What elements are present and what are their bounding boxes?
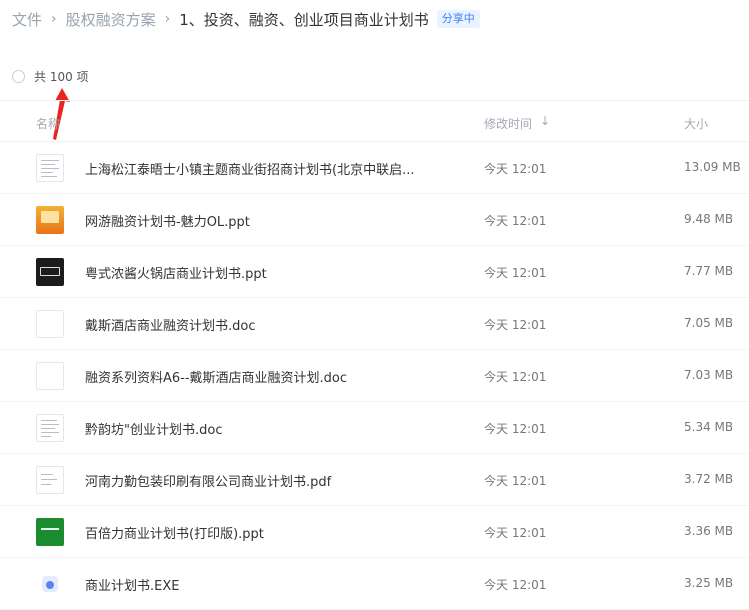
file-row[interactable]: 上海松江泰晤士小镇主题商业街招商计划书(北京中联启... 今天 12:01 13… [0, 142, 749, 194]
file-size: 9.48 MB [684, 212, 734, 226]
breadcrumb-separator-icon: › [51, 11, 57, 27]
sort-arrow-down-icon[interactable]: ↓ [540, 114, 550, 128]
file-row[interactable]: 网游融资计划书-魅力OL.ppt 今天 12:01 9.48 MB [0, 194, 749, 246]
file-modified-time: 今天 12:01 [484, 266, 547, 280]
share-status-badge: 分享中 [436, 10, 480, 28]
file-modified-time: 今天 12:01 [484, 474, 547, 488]
file-row[interactable]: 戴斯酒店商业融资计划书.doc 今天 12:01 7.05 MB [0, 298, 749, 350]
pdf-thumb-icon [36, 466, 64, 494]
select-all-row: 共 100 项 [12, 67, 89, 85]
blank-doc-icon [36, 310, 64, 338]
column-header-modified[interactable]: 修改时间 [484, 115, 532, 132]
file-list: 上海松江泰晤士小镇主题商业街招商计划书(北京中联启... 今天 12:01 13… [0, 142, 749, 610]
file-name[interactable]: 百倍力商业计划书(打印版).ppt [85, 523, 455, 542]
file-name[interactable]: 上海松江泰晤士小镇主题商业街招商计划书(北京中联启... [85, 159, 455, 178]
file-modified-time: 今天 12:01 [484, 578, 547, 592]
file-modified-time: 今天 12:01 [484, 162, 547, 176]
file-name[interactable]: 戴斯酒店商业融资计划书.doc [85, 315, 455, 334]
file-name[interactable]: 粤式浓酱火锅店商业计划书.ppt [85, 263, 455, 282]
breadcrumb: 文件 › 股权融资方案 › 1、投资、融资、创业项目商业计划书 分享中 [12, 8, 480, 30]
file-row[interactable]: 黔韵坊"创业计划书.doc 今天 12:01 5.34 MB [0, 402, 749, 454]
file-modified-time: 今天 12:01 [484, 422, 547, 436]
file-row[interactable]: 商业计划书.EXE 今天 12:01 3.25 MB [0, 558, 749, 610]
breadcrumb-parent[interactable]: 股权融资方案 [66, 9, 156, 30]
file-name[interactable]: 融资系列资料A6--戴斯酒店商业融资计划.doc [85, 367, 455, 386]
file-size: 7.03 MB [684, 368, 734, 382]
file-row[interactable]: 粤式浓酱火锅店商业计划书.ppt 今天 12:01 7.77 MB [0, 246, 749, 298]
ppt-green-thumb-icon [36, 518, 64, 546]
item-count: 共 100 项 [34, 69, 89, 84]
file-name[interactable]: 网游融资计划书-魅力OL.ppt [85, 211, 455, 230]
file-size: 3.72 MB [684, 472, 734, 486]
doc-thumb-icon [36, 414, 64, 442]
breadcrumb-separator-icon: › [164, 11, 171, 27]
file-name[interactable]: 商业计划书.EXE [85, 575, 455, 594]
file-size: 3.36 MB [684, 524, 734, 538]
blank-doc-icon [36, 362, 64, 390]
select-all-checkbox[interactable] [12, 69, 25, 83]
file-size: 7.77 MB [684, 264, 734, 278]
doc-thumb-icon [36, 154, 64, 182]
exe-file-icon [36, 570, 64, 598]
file-modified-time: 今天 12:01 [484, 370, 547, 384]
breadcrumb-root[interactable]: 文件 [12, 9, 42, 30]
ppt-orange-thumb-icon [36, 206, 64, 234]
ppt-black-thumb-icon [36, 258, 64, 286]
file-size: 7.05 MB [684, 316, 734, 330]
file-modified-time: 今天 12:01 [484, 318, 547, 332]
file-row[interactable]: 融资系列资料A6--戴斯酒店商业融资计划.doc 今天 12:01 7.03 M… [0, 350, 749, 402]
breadcrumb-current: 1、投资、融资、创业项目商业计划书 [179, 10, 429, 29]
file-modified-time: 今天 12:01 [484, 526, 547, 540]
file-name[interactable]: 河南力勤包装印刷有限公司商业计划书.pdf [85, 471, 455, 490]
file-browser: 文件 › 股权融资方案 › 1、投资、融资、创业项目商业计划书 分享中 共 10… [0, 0, 749, 610]
column-header-size[interactable]: 大小 [684, 115, 708, 132]
file-modified-time: 今天 12:01 [484, 214, 547, 228]
file-name[interactable]: 黔韵坊"创业计划书.doc [85, 419, 455, 438]
file-size: 13.09 MB [684, 160, 741, 174]
file-row[interactable]: 河南力勤包装印刷有限公司商业计划书.pdf 今天 12:01 3.72 MB [0, 454, 749, 506]
file-row[interactable]: 百倍力商业计划书(打印版).ppt 今天 12:01 3.36 MB [0, 506, 749, 558]
file-size: 5.34 MB [684, 420, 734, 434]
list-header: 名称 修改时间 ↓ 大小 [0, 100, 749, 142]
column-header-name[interactable]: 名称 [36, 115, 60, 132]
file-size: 3.25 MB [684, 576, 734, 590]
